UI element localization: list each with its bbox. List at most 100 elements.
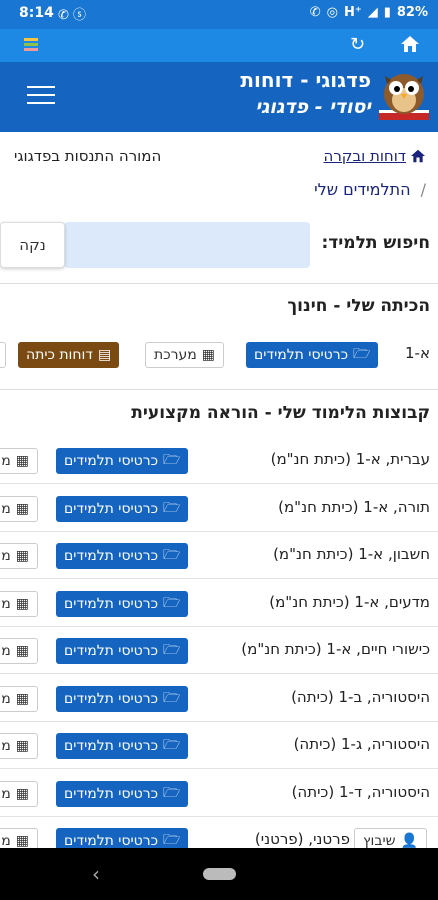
timetable-label: מ (1, 643, 11, 659)
folder-open-icon: 🗁 (163, 690, 181, 706)
student-cards-button[interactable]: 🗁 כרטיסי תלמידים (56, 591, 189, 617)
student-cards-button[interactable]: 🗁 כרטיסי תלמידים (56, 781, 189, 807)
teacher-name: המורה התנסות בפדגוגי (14, 147, 162, 165)
student-cards-label: כרטיסי תלמידים (64, 596, 159, 612)
home-icon[interactable] (410, 149, 426, 163)
class-name: א-1 (405, 344, 430, 362)
search-label: חיפוש תלמיד: (321, 233, 430, 253)
study-groups-title: קבוצות הלימוד שלי - הוראה מקצועית (131, 403, 430, 423)
folder-open-icon: 🗁 (163, 737, 181, 753)
timetable-label: מ (1, 738, 11, 754)
breadcrumb-current-label: התלמידים שלי (314, 180, 411, 199)
student-cards-button[interactable]: 🗁 כרטיסי תלמידים (56, 638, 189, 664)
breadcrumb-current: / התלמידים שלי (314, 180, 426, 199)
network-type: H⁺ (343, 5, 362, 20)
calendar-icon: ▦ (201, 347, 216, 363)
student-cards-button[interactable]: 🗁 כרטיסי תלמידים (56, 448, 189, 474)
student-cards-label: כרטיסי תלמידים (64, 786, 159, 802)
reload-icon[interactable]: ↻ (350, 34, 365, 55)
group-label: עברית, א-1 (כיתת חנ"מ) (270, 450, 430, 468)
student-cards-label: כרטיסי תלמידים (64, 453, 159, 469)
calendar-icon: ▦ (15, 453, 29, 469)
calendar-icon: ▦ (15, 786, 29, 802)
calendar-icon: ▦ (15, 548, 29, 564)
breadcrumb-link-reports[interactable]: דוחות ובקרה (324, 147, 406, 165)
group-row: כישורי חיים, א-1 (כיתת חנ"מ) 🗁 כרטיסי תלמי… (0, 627, 438, 674)
timetable-button[interactable]: ▦ מ (0, 496, 38, 522)
timetable-button[interactable]: ▦ מ (0, 638, 38, 664)
clear-button[interactable]: נקה (0, 222, 65, 268)
timetable-button[interactable]: ▦ מ (0, 543, 38, 569)
timetable-label: מ (1, 548, 11, 564)
student-cards-label: כרטיסי תלמידים (64, 548, 159, 564)
study-groups-section: קבוצות הלימוד שלי - הוראה מקצועית עברית,… (0, 389, 438, 864)
group-label: כישורי חיים, א-1 (כיתת חנ"מ) (241, 640, 430, 658)
group-row: היסטוריה, ב-1 (כיתה) 🗁 כרטיסי תלמידים ▦ מ (0, 675, 438, 722)
timetable-label: מ (1, 786, 11, 802)
app-toolbar: ↻ (0, 29, 438, 62)
student-cards-label: כרטיסי תלמידים (64, 691, 159, 707)
timetable-button[interactable]: ▦ מערכת (145, 342, 225, 368)
student-cards-button[interactable]: 🗁 כרטיסי תלמידים (56, 686, 189, 712)
group-row: היסטוריה, ד-1 (כיתה) 🗁 כרטיסי תלמידים ▦ מ (0, 770, 438, 817)
timetable-button[interactable]: ▦ מ (0, 733, 38, 759)
group-label: היסטוריה, ב-1 (כיתה) (291, 688, 430, 706)
menu-button[interactable] (27, 86, 55, 108)
student-cards-label: כרטיסי תלמידים (64, 738, 159, 754)
calendar-icon: ▦ (15, 596, 29, 612)
class-reports-label: דוחות כיתה (26, 347, 93, 363)
folder-open-icon: 🗁 (163, 595, 181, 611)
wifi-call-icon: ✆ (309, 5, 321, 20)
home-pill[interactable] (203, 868, 236, 880)
student-cards-button[interactable]: 🗁 כרטיסי תלמידים (246, 342, 379, 368)
calendar-icon: ▦ (15, 738, 29, 754)
folder-open-icon: 🗁 (353, 346, 371, 362)
calendar-icon: ▦ (15, 691, 29, 707)
group-label: היסטוריה, ג-1 (כיתה) (293, 735, 430, 753)
class-reports-button[interactable]: ▤ דוחות כיתה (18, 342, 120, 368)
student-search-input[interactable] (64, 222, 310, 268)
system-nav-bar: ‹ (0, 848, 438, 900)
calendar-icon: ▦ (15, 501, 29, 517)
report-icon: ▤ (97, 347, 112, 363)
timetable-button[interactable]: ▦ מ (0, 591, 38, 617)
group-label: חשבון, א-1 (כיתת חנ"מ) (273, 545, 430, 563)
battery-icon: ▮ (383, 5, 391, 20)
student-cards-label: כרטיסי תלמידים (64, 643, 159, 659)
status-right: ✆ ◎ H⁺ ◢ ▮ 82% (310, 5, 428, 20)
back-icon[interactable]: ‹ (92, 862, 100, 886)
timetable-label: מ (1, 501, 11, 517)
student-cards-label: כרטיסי תלמידים (64, 501, 159, 517)
my-class-section: הכיתה שלי - חינוך א-1 🗁 כרטיסי תלמידים ▦… (0, 283, 438, 389)
folder-open-icon: 🗁 (163, 642, 181, 658)
group-label: מדעים, א-1 (כיתת חנ"מ) (269, 593, 430, 611)
user-icon: 👤 (400, 833, 418, 849)
group-row: היסטוריה, ג-1 (כיתה) 🗁 כרטיסי תלמידים ▦ מ (0, 722, 438, 769)
timetable-button[interactable]: ▦ מ (0, 686, 38, 712)
group-row: חשבון, א-1 (כיתת חנ"מ) 🗁 כרטיסי תלמידים ▦ מ (0, 532, 438, 579)
student-cards-button[interactable]: 🗁 כרטיסי תלמידים (56, 496, 189, 522)
group-row: תורה, א-1 (כיתת חנ"מ) 🗁 כרטיסי תלמידים ▦ מ (0, 485, 438, 532)
breadcrumb-separator: / (420, 180, 426, 199)
app-stack-icon[interactable] (22, 36, 40, 54)
timetable-button[interactable]: ▦ מ (0, 781, 38, 807)
my-class-title: הכיתה שלי - חינוך (287, 296, 430, 316)
menu-line (27, 86, 55, 88)
more-button-edge[interactable] (0, 342, 6, 368)
group-row: עברית, א-1 (כיתת חנ"מ) 🗁 כרטיסי תלמידים ▦ מ (0, 437, 438, 484)
group-label: תורה, א-1 (כיתת חנ"מ) (278, 498, 430, 516)
calendar-icon: ▦ (15, 833, 29, 849)
app-screen: 8:14 ✆ ⓢ ✆ ◎ H⁺ ◢ ▮ 82% ↻ פדגוגי - דוחות (0, 0, 438, 900)
calendar-icon: ▦ (15, 643, 29, 659)
timetable-button[interactable]: ▦ מ (0, 448, 38, 474)
group-label: היסטוריה, ד-1 (כיתה) (291, 783, 430, 801)
student-cards-button[interactable]: 🗁 כרטיסי תלמידים (56, 543, 189, 569)
timetable-label: מ (1, 833, 11, 849)
status-time: 8:14 (19, 5, 54, 21)
folder-open-icon: 🗁 (163, 547, 181, 563)
owl-logo (379, 74, 429, 120)
folder-open-icon: 🗁 (163, 452, 181, 468)
home-icon[interactable] (400, 35, 420, 53)
placement-label: שיבוץ (363, 833, 396, 849)
student-cards-button[interactable]: 🗁 כרטיסי תלמידים (56, 733, 189, 759)
